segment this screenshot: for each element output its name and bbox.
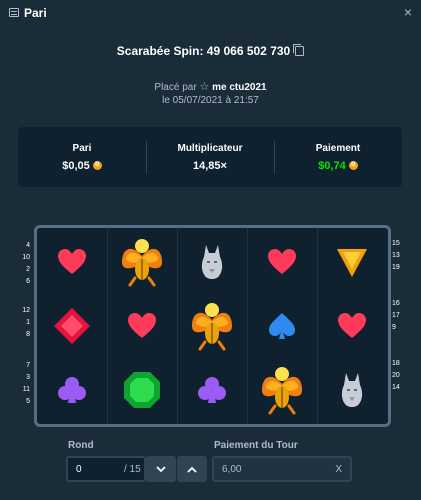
heart-red-icon — [58, 249, 86, 274]
heart-red-icon — [268, 249, 296, 274]
club-purple-symbol — [177, 358, 247, 422]
wolf-grey-symbol — [317, 358, 387, 422]
stat-multiplier-value: 14,85× — [193, 160, 227, 172]
round-prev-button[interactable] — [146, 456, 176, 482]
payline-number: 14 — [392, 384, 400, 391]
payline-number: 5 — [26, 398, 30, 405]
heart-red-icon — [128, 313, 156, 338]
window-title: Pari — [24, 6, 47, 20]
payline-number: 17 — [392, 312, 400, 319]
star-icon: ☆ — [199, 81, 210, 93]
scarab-gold-icon — [192, 303, 232, 351]
stat-payout-label: Paiement — [315, 143, 361, 154]
scarab-gold-icon — [122, 239, 162, 287]
payline-number: 11 — [22, 386, 30, 393]
reel-grid — [34, 225, 391, 427]
multiplier-suffix: X — [335, 464, 342, 475]
triangle-orange-symbol — [317, 230, 387, 294]
payline-number: 2 — [26, 266, 30, 273]
payline-number: 6 — [26, 278, 30, 285]
bet-slip-icon — [9, 8, 19, 17]
round-payout-value: 6,00 — [222, 464, 242, 475]
heart-red-symbol — [107, 294, 177, 358]
payline-numbers-right: 16 17 9 — [392, 298, 406, 334]
payline-number: 20 — [392, 372, 400, 379]
club-purple-icon — [58, 377, 86, 403]
heart-red-icon — [338, 313, 366, 338]
club-purple-symbol — [37, 358, 107, 422]
scarab-gold-icon — [262, 367, 302, 415]
payline-numbers-left: 12 1 8 — [20, 305, 30, 341]
placed-by-prefix: Placé par — [154, 82, 197, 93]
wolf-grey-symbol — [177, 230, 247, 294]
payline-number: 19 — [392, 264, 400, 271]
stat-payout: Paiement $0,74 — [274, 127, 402, 187]
stat-bet: Pari $0,05 — [18, 127, 146, 187]
heart-red-symbol — [37, 230, 107, 294]
scarab-gold-symbol — [107, 230, 177, 294]
payline-numbers-right: 15 13 19 — [392, 238, 406, 274]
payline-numbers-left: 7 3 11 5 — [20, 360, 30, 408]
heart-red-symbol — [247, 230, 317, 294]
payline-number: 1 — [26, 319, 30, 326]
wolf-grey-icon — [201, 245, 223, 279]
coin-icon — [92, 161, 102, 170]
heart-red-symbol — [317, 294, 387, 358]
round-payout-label: Paiement du Tour — [214, 440, 298, 451]
payline-number: 16 — [392, 300, 400, 307]
placed-by: Placé par ☆ me ctu2021 — [0, 80, 421, 93]
payline-number: 7 — [26, 362, 30, 369]
diamond-red-symbol — [37, 294, 107, 358]
stat-payout-value: $0,74 — [318, 160, 346, 172]
spade-blue-symbol — [247, 294, 317, 358]
round-field[interactable]: 0 / 15 — [66, 456, 146, 482]
payline-number: 12 — [22, 307, 30, 314]
stat-bet-value: $0,05 — [62, 160, 90, 172]
gem-green-icon — [124, 372, 160, 408]
payline-number: 18 — [392, 360, 400, 367]
payline-number: 3 — [26, 374, 30, 381]
scarab-gold-symbol — [177, 294, 247, 358]
username-link[interactable]: me ctu2021 — [212, 82, 266, 93]
scarab-gold-symbol — [247, 358, 317, 422]
payline-numbers-left: 4 10 2 6 — [20, 240, 30, 288]
coin-icon — [348, 161, 358, 170]
spin-title-text: Scarabée Spin: 49 066 502 730 — [116, 44, 291, 58]
payline-number: 4 — [26, 242, 30, 249]
triangle-orange-icon — [337, 249, 367, 277]
round-next-button[interactable] — [177, 456, 207, 482]
round-payout-field: 6,00 X — [212, 456, 352, 482]
payline-number: 8 — [26, 331, 30, 338]
chevron-up-icon — [187, 466, 197, 473]
round-value: 0 — [76, 464, 82, 475]
chevron-down-icon — [156, 465, 166, 472]
copy-icon[interactable] — [293, 44, 305, 56]
close-button[interactable]: × — [404, 4, 412, 20]
payline-numbers-right: 18 20 14 — [392, 358, 406, 394]
payline-number: 9 — [392, 324, 396, 331]
window-titlebar: Pari × — [0, 0, 421, 26]
bet-date: le 05/07/2021 à 21:57 — [162, 95, 259, 106]
stat-bet-label: Pari — [72, 143, 92, 154]
round-total: / 15 — [124, 464, 141, 475]
stat-multiplier: Multiplicateur 14,85× — [146, 127, 274, 187]
spin-title: Scarabée Spin: 49 066 502 730 — [0, 44, 421, 58]
payline-number: 15 — [392, 240, 400, 247]
reel-grid-inner — [37, 228, 388, 424]
stat-multiplier-label: Multiplicateur — [177, 143, 243, 154]
payline-number: 10 — [22, 254, 30, 261]
payline-number: 13 — [392, 252, 400, 259]
diamond-red-icon — [54, 308, 90, 344]
club-purple-icon — [198, 377, 226, 403]
gem-green-symbol — [107, 358, 177, 422]
round-label: Rond — [68, 440, 94, 451]
spade-blue-icon — [269, 313, 295, 339]
bet-stats-panel: Pari $0,05 Multiplicateur 14,85× Paiemen… — [18, 127, 402, 187]
wolf-grey-icon — [341, 373, 363, 407]
